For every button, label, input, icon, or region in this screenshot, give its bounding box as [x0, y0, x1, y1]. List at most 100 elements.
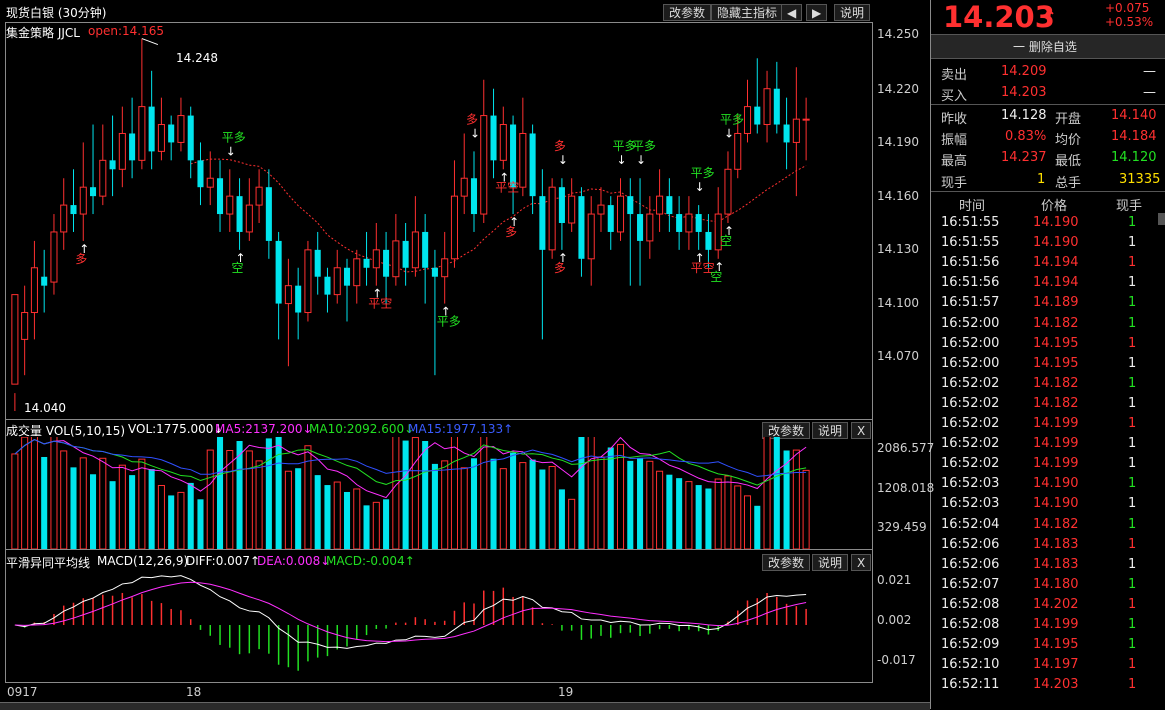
- chart-bottom-border: [5, 682, 873, 683]
- tick-row: 16:52:06 14.183 1: [931, 555, 1164, 575]
- macd-diff: DIFF:0.007↑: [186, 554, 261, 568]
- tick-volume: 1: [1128, 275, 1137, 291]
- low-price-label: 14.040: [24, 401, 66, 415]
- ticks-scrollbar[interactable]: [1158, 213, 1165, 225]
- tick-price: 14.183: [1033, 556, 1079, 572]
- scroll-right-button[interactable]: ▶: [806, 4, 828, 21]
- avg-price-value: 14.184: [1111, 129, 1157, 144]
- volume-bar: [284, 470, 292, 549]
- volume-bar: [138, 458, 146, 549]
- tick-price: 14.183: [1033, 536, 1079, 552]
- price-tick: 14.220: [877, 82, 919, 96]
- tick-time: 16:52:02: [941, 416, 1000, 431]
- hide-main-indicator-button[interactable]: 隐藏主指标: [711, 4, 784, 21]
- candle-body: [353, 258, 361, 287]
- volume-value: VOL:1775.000↓: [128, 422, 224, 436]
- stats-row-3: 最高 14.237 最低 14.120: [931, 147, 1164, 169]
- candle-body: [441, 258, 449, 278]
- chart-right-border: [872, 22, 873, 682]
- volume-bar: [422, 441, 429, 549]
- volume-bar: [490, 458, 497, 549]
- amplitude-value: 0.83%: [1005, 129, 1047, 144]
- signal-label: 平多: [720, 112, 744, 126]
- macd-tick: -0.017: [877, 653, 916, 667]
- tick-row: 16:52:03 14.190 1: [931, 474, 1164, 494]
- volume-bar: [411, 437, 419, 549]
- tick-time: 16:52:09: [941, 637, 1000, 653]
- tick-volume: 1: [1128, 617, 1137, 632]
- candlestick-chart[interactable]: 平多↓多↑平空↑空↑多↓平多↑平多↓多↑平空↑多↓平多↓多↑平空↑空↑平多↓平多…: [6, 23, 872, 419]
- tick-list[interactable]: 16:51:55 14.190 1 16:51:55 14.190 1 16:51:56 14…: [931, 213, 1165, 709]
- prev-close-value: 14.128: [1001, 108, 1047, 123]
- volume-chart[interactable]: [6, 437, 872, 549]
- volume-bar: [802, 469, 810, 549]
- help-button[interactable]: 说明: [834, 4, 871, 21]
- window-title: 现货白银 (30分钟): [6, 6, 107, 20]
- price-tick: 14.250: [877, 27, 919, 41]
- tick-price: 14.199: [1033, 456, 1079, 472]
- scroll-left-button[interactable]: ◀: [781, 4, 803, 21]
- tick-row: 16:52:00 14.182 1: [931, 314, 1164, 334]
- volume-bar: [548, 465, 556, 549]
- tick-time: 16:51:55: [941, 215, 1000, 230]
- tick-volume: 1: [1128, 536, 1137, 552]
- total-volume-value: 31335: [1119, 172, 1161, 187]
- tick-row: 16:52:06 14.183 1: [931, 535, 1164, 555]
- tick-volume: 1: [1128, 255, 1137, 271]
- volume-bar: [578, 437, 585, 549]
- price-change-pct: +0.53%: [1105, 15, 1154, 29]
- amplitude-label: 振幅: [941, 133, 968, 148]
- volume-bar: [597, 456, 605, 549]
- ticks-header-time: 时间: [959, 199, 986, 214]
- volume-bar: [616, 443, 625, 549]
- signal-arrow-icon: ↑: [79, 242, 89, 256]
- tick-row: 16:51:55 14.190 1: [931, 233, 1164, 253]
- volume-bar: [157, 484, 165, 549]
- tick-row: 16:52:08 14.202 1: [931, 595, 1164, 615]
- ticks-header-volume: 现手: [1116, 199, 1143, 214]
- candle-body: [539, 196, 546, 250]
- modify-params-button[interactable]: 改参数: [663, 4, 712, 21]
- tick-time: 16:52:06: [941, 536, 1000, 552]
- candle-body: [568, 195, 576, 224]
- macd-chart[interactable]: [6, 569, 872, 681]
- candle-body: [510, 124, 517, 188]
- remove-watchlist-button[interactable]: 一 删除自选: [1013, 38, 1077, 55]
- buy-price: 14.203: [1001, 85, 1047, 100]
- total-volume-label: 总手: [1055, 176, 1082, 191]
- candle-body: [754, 106, 761, 125]
- candle-body: [802, 118, 810, 121]
- macd-params: MACD(12,26,9): [97, 554, 189, 568]
- volume-bar: [11, 453, 19, 549]
- volume-bar: [118, 464, 126, 549]
- tick-time: 16:52:00: [941, 355, 1000, 371]
- tick-time: 16:51:57: [941, 295, 1000, 311]
- low-value: 14.120: [1111, 150, 1157, 165]
- high-value: 14.237: [1001, 150, 1047, 165]
- volume-ma-line: [14, 438, 807, 477]
- volume-ma15: MA15:1977.133↑: [408, 422, 514, 436]
- candle-body: [304, 249, 312, 314]
- volume-bar: [519, 462, 527, 549]
- candle-body: [138, 106, 146, 161]
- candle-body: [450, 195, 458, 260]
- candle-body: [216, 178, 224, 215]
- signal-arrow-icon: ↑: [499, 170, 509, 184]
- candle-body: [21, 312, 29, 340]
- macd-tick: 0.002: [877, 613, 912, 627]
- volume-bar: [754, 505, 761, 549]
- volume-bar: [372, 501, 380, 549]
- volume-bar: [90, 474, 97, 549]
- tick-row: 16:52:02 14.199 1: [931, 454, 1164, 474]
- signal-arrow-icon: ↓: [558, 153, 568, 167]
- avg-price-label: 均价: [1055, 133, 1082, 148]
- volume-bar: [646, 460, 654, 549]
- volume-bar: [441, 460, 449, 549]
- candle-body: [226, 195, 234, 215]
- tick-price: 14.182: [1033, 516, 1079, 532]
- candle-body: [646, 213, 654, 242]
- candle-body: [578, 196, 585, 259]
- volume-bar: [148, 469, 155, 549]
- candle-body: [41, 276, 48, 286]
- tick-time: 16:52:08: [941, 596, 1000, 612]
